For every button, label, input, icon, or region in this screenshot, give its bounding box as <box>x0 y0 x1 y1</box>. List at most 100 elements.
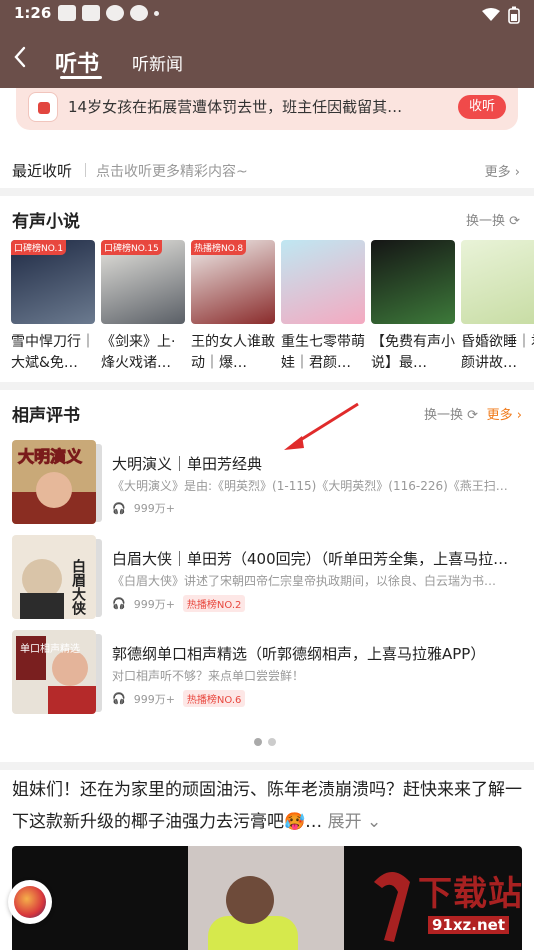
item-title: 大明演义｜单田芳经典 <box>112 455 263 473</box>
book-card[interactable]: 【免费有声小说】最… <box>371 240 455 374</box>
rank-badge: 热播榜NO.8 <box>191 240 247 255</box>
more-notifications-dot <box>154 10 159 16</box>
app-notification-icon <box>106 5 124 21</box>
item-title: 郭德纲单口相声精选（听郭德纲相声，上喜马拉雅APP） <box>112 645 486 663</box>
swap-button[interactable]: 换一换 ⟳ <box>466 210 520 229</box>
headphones-icon: 🎧 <box>112 501 126 515</box>
album-cover: 单口相声精选 <box>12 630 96 714</box>
item-title: 白眉大侠｜单田芳（400回完）（听单田芳全集，上喜马拉… <box>112 550 509 568</box>
book-card[interactable]: 口碑榜NO.15 《剑来》上·烽火戏诸… <box>101 240 185 374</box>
book-title: 《剑来》上·烽火戏诸… <box>101 334 176 371</box>
play-count: 999万+ <box>133 597 175 611</box>
more-link[interactable]: 更多 › <box>487 404 522 423</box>
app-notification-icon <box>130 5 148 21</box>
crosstalk-section: 相声评书 换一换 ⟳ 更多 › 大明演义 大明演义｜单田芳经典 《大明演义》是由… <box>0 390 534 762</box>
floating-player-avatar[interactable] <box>8 880 52 924</box>
play-count: 999万+ <box>133 502 175 515</box>
ad-text[interactable]: 姐妹们！还在为家里的顽固油污、陈年老渍崩溃吗？赶快来来了解一下这款新升级的椰子油… <box>12 774 522 838</box>
cover-text: 大明演义 <box>18 447 82 466</box>
section-title: 有声小说 <box>12 212 80 232</box>
book-cover: 热播榜NO.8 <box>191 240 275 324</box>
book-cover <box>281 240 365 324</box>
watermark-url: 91xz.net <box>428 916 510 934</box>
list-item[interactable]: 单口相声精选 郭德纲单口相声精选（听郭德纲相声，上喜马拉雅APP） 对口相声听不… <box>12 630 524 718</box>
headphones-icon: 🎧 <box>112 692 126 705</box>
page-dot-active <box>254 738 262 746</box>
app-notification-icon <box>82 5 100 21</box>
book-card[interactable]: 口碑榜NO.1 雪中悍刀行｜大斌&免… <box>11 240 95 374</box>
cover-art <box>281 240 365 324</box>
wifi-icon <box>482 8 500 21</box>
rank-badge: 热播榜NO.6 <box>182 690 246 707</box>
headphones-icon: 🎧 <box>112 597 126 610</box>
app-notification-icon <box>58 5 76 21</box>
banner-headline: 14岁女孩在拓展营遭体罚去世，班主任因截留其… <box>68 98 403 116</box>
video-frame <box>188 846 344 950</box>
audio-app-icon <box>28 92 58 122</box>
site-watermark: 下载站 91xz.net <box>362 858 532 948</box>
book-cover: 口碑榜NO.1 <box>11 240 95 324</box>
book-title: 【免费有声小说】最… <box>371 334 455 371</box>
expand-button[interactable]: 展开 ⌄ <box>328 812 382 832</box>
divider <box>85 163 86 177</box>
book-title: 雪中悍刀行｜大斌&免… <box>11 334 95 371</box>
ad-copy: 姐妹们！还在为家里的顽固油污、陈年老渍崩溃吗？赶快来来了解一下这款新升级的椰子油… <box>12 780 522 832</box>
person-head <box>226 876 274 924</box>
item-description: 《大明演义》是由:《明英烈》(1-115)《大明英烈》(116-226)《燕王扫… <box>112 479 508 493</box>
status-app-icons <box>58 5 159 21</box>
cover-text: 白眉大侠 <box>70 558 86 616</box>
book-title: 昏婚欲睡｜君颜讲故… <box>461 334 534 371</box>
album-cover: 白眉大侠 <box>12 535 96 619</box>
status-time: 1:26 <box>14 4 52 22</box>
item-description: 《白眉大侠》讲述了宋朝四帝仁宗皇帝执政期间，以徐良、白云瑞为书… <box>112 574 497 588</box>
page-dot <box>268 738 276 746</box>
recent-label: 最近收听 <box>12 162 73 180</box>
watermark-text: 下载站 <box>418 874 523 914</box>
recent-listening-bar[interactable]: 最近收听 点击收听更多精彩内容~ 更多 › <box>0 150 534 188</box>
item-meta: 🎧 999万+ 热播榜NO.6 <box>112 690 246 707</box>
item-meta: 🎧 999万+ 热播榜NO.2 <box>112 595 246 612</box>
book-title: 重生七零带萌娃｜君颜… <box>281 334 365 371</box>
cover-text: 单口相声精选 <box>20 642 80 655</box>
battery-icon <box>508 6 520 24</box>
annotation-arrow-icon <box>284 402 359 450</box>
listen-button[interactable]: 收听 <box>458 95 506 119</box>
status-bar: 1:26 <box>0 0 534 28</box>
item-meta: 🎧 999万+ <box>112 500 175 516</box>
recent-hint: 点击收听更多精彩内容~ <box>96 164 248 180</box>
cover-shadow <box>96 539 102 617</box>
cover-shadow <box>96 444 102 522</box>
album-cover: 大明演义 <box>12 440 96 524</box>
rank-badge: 口碑榜NO.1 <box>11 240 67 255</box>
back-arrow-icon[interactable] <box>6 42 36 72</box>
system-icons <box>482 6 520 24</box>
swap-button[interactable]: 换一换 ⟳ <box>424 404 478 423</box>
cover-shadow <box>96 634 102 712</box>
news-banner[interactable]: 14岁女孩在拓展营遭体罚去世，班主任因截留其… 收听 <box>16 88 518 130</box>
book-title: 王的女人谁敢动｜爆… <box>191 334 275 371</box>
item-description: 对口相声听不够？来点单口尝尝鲜！ <box>112 669 305 683</box>
header-nav: 听书 听新闻 <box>0 34 534 88</box>
list-item[interactable]: 大明演义 大明演义｜单田芳经典 《大明演义》是由:《明英烈》(1-115)《大明… <box>12 440 524 528</box>
book-cover <box>461 240 534 324</box>
book-cover <box>371 240 455 324</box>
page-indicator <box>254 738 276 746</box>
book-carousel: 口碑榜NO.1 雪中悍刀行｜大斌&免… 口碑榜NO.15 《剑来》上·烽火戏诸… 热播榜… <box>11 240 534 380</box>
rank-badge: 热播榜NO.2 <box>182 595 246 612</box>
book-card[interactable]: 重生七零带萌娃｜君颜… <box>281 240 365 374</box>
book-card[interactable]: 昏婚欲睡｜君颜讲故… <box>461 240 534 374</box>
book-card[interactable]: 热播榜NO.8 王的女人谁敢动｜爆… <box>191 240 275 374</box>
book-cover: 口碑榜NO.15 <box>101 240 185 324</box>
top-bar: 1:26 听书 听新闻 <box>0 0 534 88</box>
recent-more-link[interactable]: 更多 › <box>485 161 520 180</box>
section-title: 相声评书 <box>12 406 80 426</box>
audio-novels-section: 有声小说 换一换 ⟳ 口碑榜NO.1 雪中悍刀行｜大斌&免… 口碑榜NO.15 《剑来… <box>0 196 534 382</box>
play-count: 999万+ <box>133 692 175 706</box>
watermark-logo-icon <box>374 872 410 942</box>
cover-art <box>371 240 455 324</box>
tab-news[interactable]: 听新闻 <box>132 50 183 75</box>
list-item[interactable]: 白眉大侠 白眉大侠｜单田芳（400回完）（听单田芳全集，上喜马拉… 《白眉大侠》… <box>12 535 524 623</box>
rank-badge: 口碑榜NO.15 <box>101 240 162 255</box>
cover-art <box>461 240 534 324</box>
tab-audiobooks[interactable]: 听书 <box>55 46 99 78</box>
